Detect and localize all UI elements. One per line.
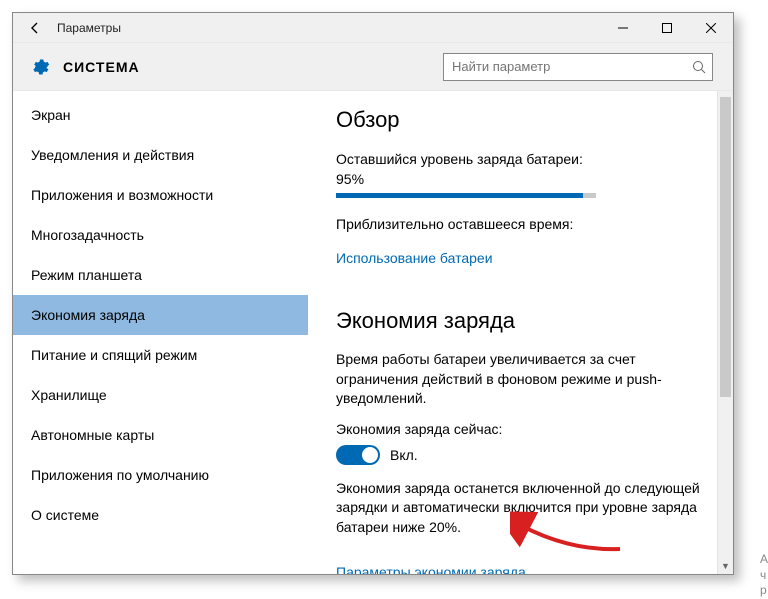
- scrollbar-thumb[interactable]: [720, 97, 731, 397]
- battery-progress: [336, 193, 596, 198]
- battery-remaining-value: 95%: [336, 171, 705, 187]
- arrow-left-icon: [28, 21, 42, 35]
- saver-settings-link[interactable]: Параметры экономии заряда: [336, 564, 526, 574]
- sidebar-item[interactable]: Приложения и возможности: [13, 175, 308, 215]
- sidebar-item[interactable]: О системе: [13, 495, 308, 535]
- maximize-icon: [662, 23, 672, 33]
- section-title: СИСТЕМА: [63, 59, 140, 75]
- sidebar-item[interactable]: Экран: [13, 95, 308, 135]
- minimize-button[interactable]: [601, 13, 645, 43]
- saver-now-label: Экономия заряда сейчас:: [336, 421, 705, 437]
- sidebar-item[interactable]: Автономные карты: [13, 415, 308, 455]
- toggle-knob: [362, 447, 378, 463]
- time-remaining-label: Приблизительно оставшееся время:: [336, 216, 705, 232]
- sidebar-item[interactable]: Режим планшета: [13, 255, 308, 295]
- sidebar: ЭкранУведомления и действияПриложения и …: [13, 91, 308, 574]
- gear-icon: [29, 56, 51, 78]
- settings-window: Параметры СИСТЕМА ЭкранУведомления и дей…: [12, 12, 734, 575]
- window-title: Параметры: [57, 21, 121, 35]
- saver-heading: Экономия заряда: [336, 308, 705, 334]
- sidebar-item[interactable]: Приложения по умолчанию: [13, 455, 308, 495]
- saver-description: Время работы батареи увеличивается за сч…: [336, 350, 705, 409]
- close-icon: [706, 23, 716, 33]
- saver-toggle[interactable]: [336, 445, 380, 465]
- search-icon: [692, 60, 706, 74]
- search-box[interactable]: [443, 53, 713, 81]
- sidebar-item[interactable]: Хранилище: [13, 375, 308, 415]
- titlebar: Параметры: [13, 13, 733, 43]
- header: СИСТЕМА: [13, 43, 733, 91]
- cropped-text: Ачр: [760, 552, 768, 599]
- battery-remaining-label: Оставшийся уровень заряда батареи:: [336, 151, 705, 167]
- close-button[interactable]: [689, 13, 733, 43]
- saver-note: Экономия заряда останется включенной до …: [336, 479, 705, 538]
- battery-usage-link[interactable]: Использование батареи: [336, 250, 493, 266]
- saver-toggle-row: Вкл.: [336, 445, 705, 465]
- search-input[interactable]: [452, 59, 692, 74]
- sidebar-item[interactable]: Экономия заряда: [13, 295, 308, 335]
- back-button[interactable]: [13, 13, 57, 43]
- overview-heading: Обзор: [336, 107, 705, 133]
- sidebar-item[interactable]: Питание и спящий режим: [13, 335, 308, 375]
- vertical-scrollbar[interactable]: ▲ ▼: [717, 91, 733, 574]
- battery-progress-fill: [336, 193, 583, 198]
- sidebar-item[interactable]: Многозадачность: [13, 215, 308, 255]
- toggle-state-label: Вкл.: [390, 447, 418, 463]
- main-panel: Обзор Оставшийся уровень заряда батареи:…: [308, 91, 733, 574]
- maximize-button[interactable]: [645, 13, 689, 43]
- sidebar-item[interactable]: Уведомления и действия: [13, 135, 308, 175]
- minimize-icon: [618, 23, 628, 33]
- scroll-down-icon[interactable]: ▼: [718, 558, 733, 574]
- content-area: ЭкранУведомления и действияПриложения и …: [13, 91, 733, 574]
